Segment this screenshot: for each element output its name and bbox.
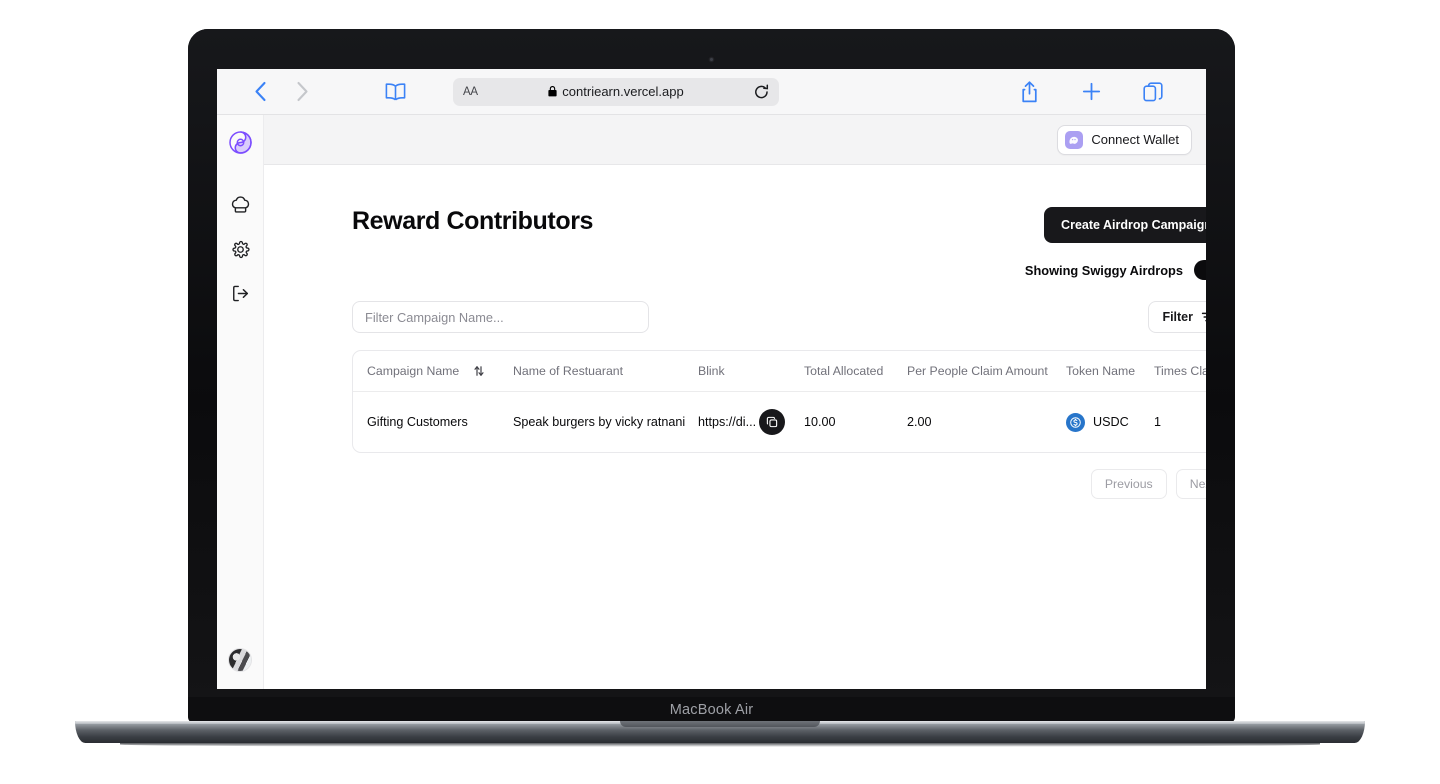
logout-icon (232, 285, 248, 301)
plus-icon (1082, 82, 1100, 101)
swiggy-airdrops-toggle-row: Showing Swiggy Airdrops (352, 260, 1206, 280)
column-header-token-name: Token Name (1066, 364, 1136, 378)
share-icon (1021, 80, 1037, 102)
column-header-restaurant: Name of Restuarant (513, 364, 624, 378)
filter-button-label: Filter (1162, 310, 1193, 324)
campaign-name-filter-input[interactable] (352, 301, 649, 333)
chef-hat-icon (231, 195, 249, 213)
reload-button[interactable] (754, 83, 769, 100)
filter-row: Filter (352, 301, 1206, 333)
sort-arrows-glyph (474, 366, 484, 376)
device-model-label: MacBook Air (669, 702, 754, 718)
book-icon (385, 82, 405, 100)
laptop-mockup: AA contriearn.vercel.app Connect Wallet … (0, 0, 1440, 784)
app-topbar: Connect Wallet (264, 115, 1206, 165)
next-page-button[interactable]: Next (1175, 469, 1206, 499)
reload-icon (755, 83, 769, 98)
table-body: Gifting Customers Speak burgers by vicky… (353, 392, 1206, 453)
browser-toolbar: AA contriearn.vercel.app (217, 69, 1206, 115)
table-row[interactable]: Gifting Customers Speak burgers by vicky… (353, 392, 1206, 453)
laptop-base (75, 721, 1365, 743)
campaigns-table-card: Campaign Name Name of Restuarant Blink T… (352, 350, 1206, 453)
previous-page-button[interactable]: Previous (1090, 469, 1167, 499)
cell-blink: https://di... (698, 392, 804, 453)
toolbar-actions (998, 77, 1184, 107)
blink-url-text: https://di... (698, 415, 757, 429)
forward-button[interactable] (281, 77, 323, 107)
sidebar-item-restaurants[interactable] (225, 192, 255, 218)
share-button[interactable] (998, 77, 1060, 107)
column-header-campaign-name[interactable]: Campaign Name (353, 351, 513, 392)
pagination: Previous Next (352, 469, 1206, 499)
logo-swirl-icon (228, 130, 252, 154)
app-sidebar (217, 115, 264, 689)
cell-total-allocated: 10.00 (804, 415, 836, 429)
filter-lines-icon (1201, 312, 1206, 322)
copy-blink-button[interactable] (759, 409, 786, 435)
copy-icon (766, 416, 778, 428)
back-button[interactable] (239, 77, 281, 107)
sort-arrows-icon[interactable] (473, 365, 485, 377)
cell-times-claimed: 1 (1154, 415, 1162, 429)
new-tab-button[interactable] (1060, 77, 1122, 107)
gear-icon (231, 240, 250, 258)
screen-viewport: AA contriearn.vercel.app Connect Wallet … (217, 69, 1206, 689)
sidebar-nav (225, 192, 255, 306)
create-airdrop-campaign-button[interactable]: Create Airdrop Campaign (1044, 207, 1206, 243)
main-column: Connect Wallet Reward Contributors Creat… (264, 115, 1206, 689)
column-header-total-allocated: Total Allocated (804, 364, 884, 378)
page-title: Reward Contributors (352, 207, 594, 235)
contriearn-logo-icon[interactable] (226, 128, 254, 156)
chevron-right-icon (296, 81, 308, 102)
laptop-base-shadow (120, 742, 1320, 747)
cell-restaurant: Speak burgers by vicky ratnani (513, 415, 686, 429)
laptop-bottom-bezel: MacBook Air (188, 697, 1235, 723)
connect-wallet-button[interactable]: Connect Wallet (1057, 124, 1192, 155)
sidebar-item-logout[interactable] (225, 280, 255, 306)
address-bar[interactable]: AA contriearn.vercel.app (453, 77, 779, 106)
column-header-blink: Blink (698, 364, 725, 378)
page-header: Reward Contributors Create Airdrop Campa… (352, 207, 1206, 243)
token-name-label: USDC (1093, 415, 1129, 429)
swiggy-airdrops-toggle[interactable] (1194, 260, 1206, 280)
column-header-times-claimed: Times Claimed (1154, 364, 1206, 378)
sidebar-item-settings[interactable] (225, 236, 255, 262)
laptop-base-notch (620, 721, 820, 727)
app-shell: Connect Wallet Reward Contributors Creat… (217, 115, 1206, 689)
phantom-wallet-icon (1065, 130, 1084, 149)
webcam-icon (708, 56, 715, 63)
url-text: contriearn.vercel.app (562, 84, 684, 99)
connect-wallet-label: Connect Wallet (1091, 132, 1179, 147)
campaigns-table: Campaign Name Name of Restuarant Blink T… (353, 351, 1206, 452)
usdc-dollar-glyph (1070, 416, 1081, 428)
lock-icon (548, 86, 557, 97)
cell-campaign-name: Gifting Customers (367, 415, 468, 429)
column-header-per-people-claim-amount: Per People Claim Amount (907, 364, 1048, 378)
url-display: contriearn.vercel.app (453, 84, 779, 99)
phantom-ghost-icon (1069, 136, 1079, 144)
sidebar-toggle-button[interactable] (365, 82, 425, 101)
user-avatar[interactable] (229, 649, 251, 671)
tabs-icon (1143, 81, 1163, 101)
column-header-campaign-name-label: Campaign Name (367, 364, 460, 378)
text-size-button[interactable]: AA (463, 86, 478, 98)
usdc-icon (1066, 412, 1085, 432)
chevron-left-icon (254, 81, 266, 102)
cell-token-name: USDC (1066, 392, 1154, 453)
page-content: Reward Contributors Create Airdrop Campa… (264, 165, 1206, 689)
filter-button[interactable]: Filter (1148, 301, 1206, 333)
table-head: Campaign Name Name of Restuarant Blink T… (353, 351, 1206, 392)
table-header-row: Campaign Name Name of Restuarant Blink T… (353, 351, 1206, 392)
cell-per-people-claim-amount: 2.00 (907, 415, 932, 429)
show-tabs-button[interactable] (1122, 77, 1184, 107)
swiggy-airdrops-label: Showing Swiggy Airdrops (1024, 262, 1183, 278)
